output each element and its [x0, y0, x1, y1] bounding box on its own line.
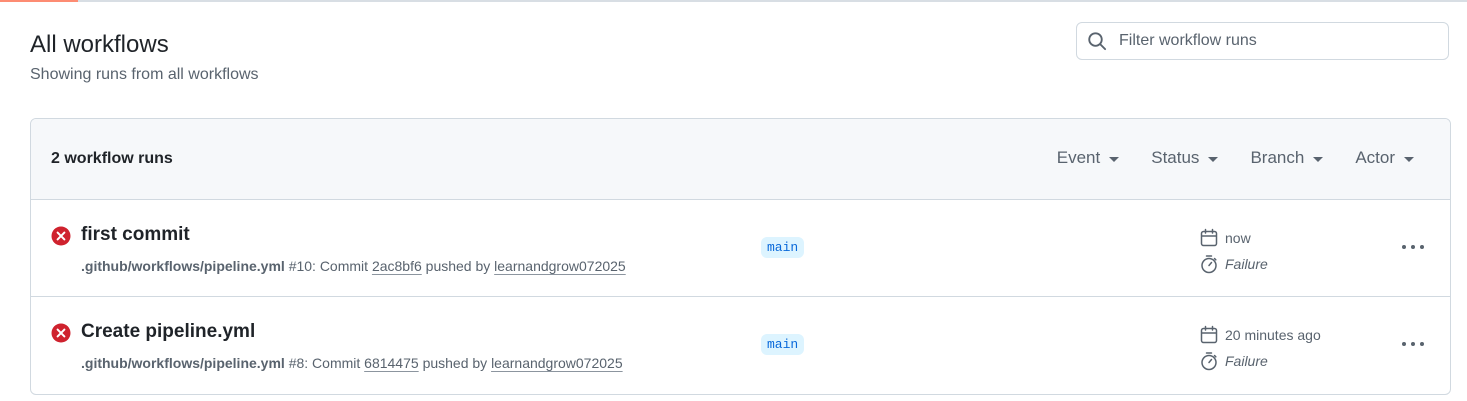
run-time-text: 20 minutes ago	[1225, 327, 1321, 343]
active-tab-underline	[0, 0, 78, 2]
runs-box-header: 2 workflow runs Event Status Branch Acto…	[31, 119, 1450, 200]
workflow-file: .github/workflows/pipeline.yml	[81, 355, 285, 371]
event-filter-dropdown[interactable]: Event	[1056, 148, 1120, 168]
commit-sha-link[interactable]: 6814475	[364, 355, 419, 371]
filter-search-box[interactable]	[1076, 22, 1449, 60]
run-result-text: Failure	[1225, 353, 1268, 369]
page-subtitle: Showing runs from all workflows	[30, 66, 259, 83]
branch-filter-label: Branch	[1250, 148, 1305, 167]
workflow-run-row[interactable]: first commit .github/workflows/pipeline.…	[31, 200, 1450, 297]
pushed-by-text: pushed by	[425, 258, 491, 274]
workflow-run-count: 2 workflow runs	[51, 150, 173, 167]
triangle-down-icon	[1109, 156, 1120, 162]
triangle-down-icon	[1208, 156, 1219, 162]
triangle-down-icon	[1313, 156, 1324, 162]
commit-prefix: : Commit	[304, 355, 361, 371]
actor-link[interactable]: learnandgrow072025	[494, 258, 626, 274]
kebab-horizontal-icon[interactable]	[1399, 237, 1427, 257]
calendar-icon	[1199, 228, 1219, 248]
run-time: now	[1199, 228, 1251, 248]
kebab-horizontal-icon[interactable]	[1399, 334, 1427, 354]
run-result-text: Failure	[1225, 256, 1268, 272]
run-title-link[interactable]: first commit	[81, 224, 190, 246]
pushed-by-text: pushed by	[422, 355, 488, 371]
branch-label[interactable]: main	[761, 334, 805, 355]
workflow-file: .github/workflows/pipeline.yml	[81, 258, 285, 274]
x-circle-fill-icon	[51, 226, 71, 246]
workflow-runs-box: 2 workflow runs Event Status Branch Acto…	[30, 118, 1451, 395]
filter-workflow-runs-input[interactable]	[1117, 31, 1431, 51]
top-border	[0, 0, 1467, 2]
commit-sha-link[interactable]: 2ac8bf6	[372, 258, 422, 274]
run-time-text: now	[1225, 230, 1251, 246]
actor-filter-label: Actor	[1355, 148, 1395, 167]
run-filters: Event Status Branch Actor	[1057, 148, 1414, 168]
status-filter-dropdown[interactable]: Status	[1151, 148, 1219, 168]
run-meta: .github/workflows/pipeline.yml #10: Comm…	[81, 258, 626, 274]
page-title: All workflows	[30, 31, 169, 58]
run-title-link[interactable]: Create pipeline.yml	[81, 321, 255, 343]
status-filter-label: Status	[1151, 148, 1200, 167]
search-icon	[1087, 31, 1107, 51]
branch-label[interactable]: main	[761, 237, 805, 258]
triangle-down-icon	[1404, 156, 1414, 162]
stopwatch-icon	[1199, 254, 1219, 274]
run-number: #10	[288, 258, 313, 274]
run-meta: .github/workflows/pipeline.yml #8: Commi…	[81, 355, 623, 371]
run-result: Failure	[1199, 351, 1268, 371]
run-result: Failure	[1199, 254, 1268, 274]
event-filter-label: Event	[1056, 148, 1101, 167]
branch-filter-dropdown[interactable]: Branch	[1250, 148, 1324, 168]
calendar-icon	[1199, 325, 1219, 345]
x-circle-fill-icon	[51, 323, 71, 343]
workflow-run-row[interactable]: Create pipeline.yml .github/workflows/pi…	[31, 297, 1450, 394]
stopwatch-icon	[1199, 351, 1219, 371]
commit-prefix: : Commit	[312, 258, 369, 274]
run-time: 20 minutes ago	[1199, 325, 1321, 345]
actor-link[interactable]: learnandgrow072025	[491, 355, 623, 371]
actor-filter-dropdown[interactable]: Actor	[1355, 148, 1414, 168]
run-number: #8	[288, 355, 305, 371]
